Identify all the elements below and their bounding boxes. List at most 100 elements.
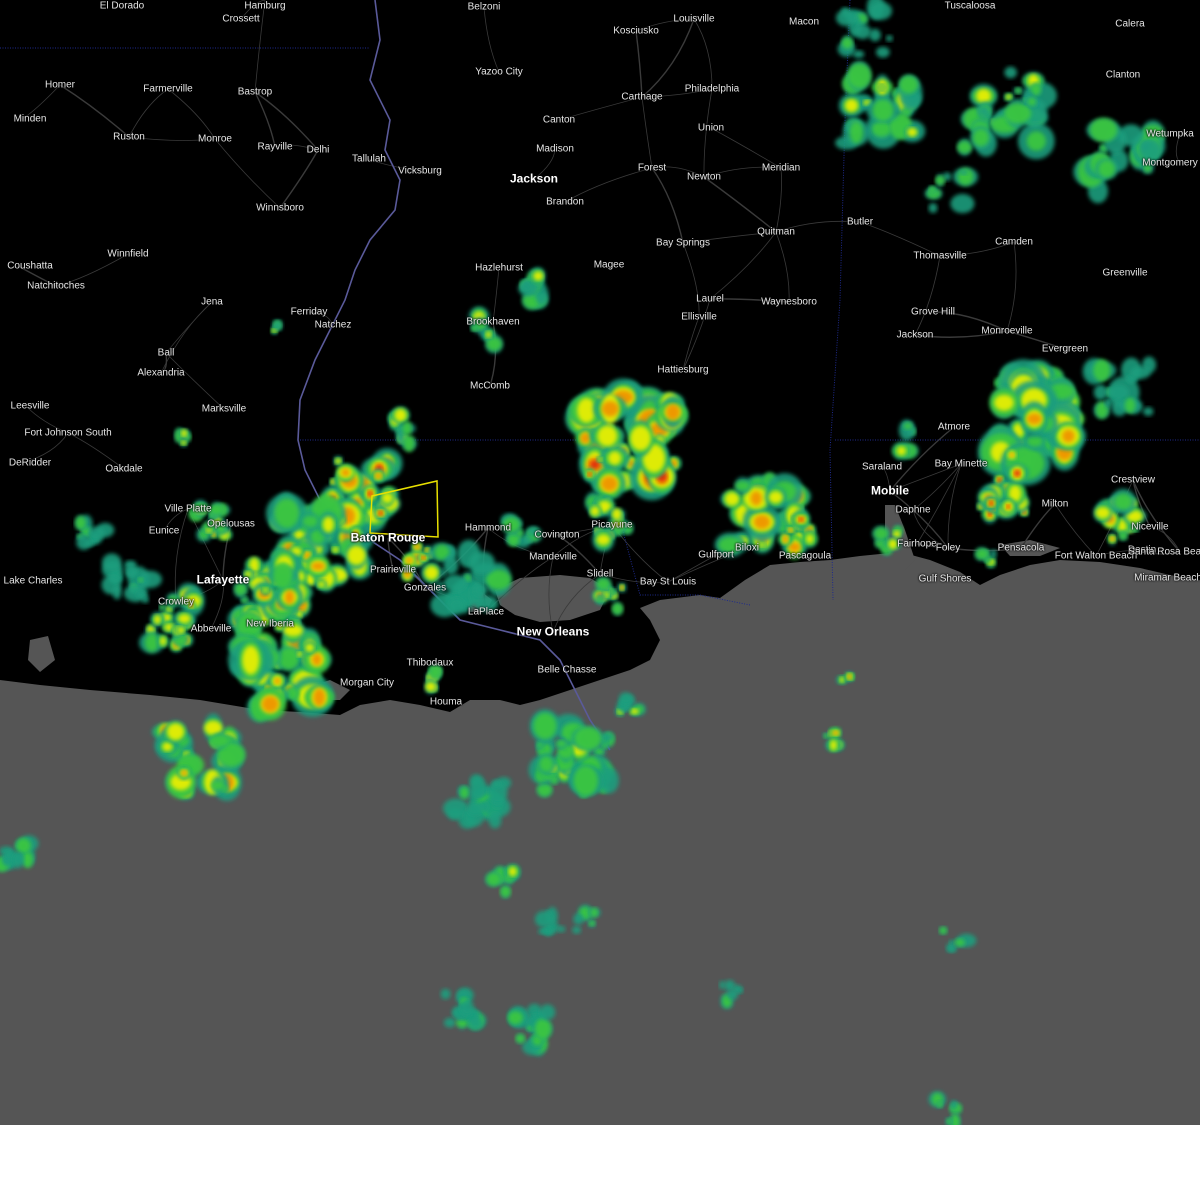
place-label: Miramar Beach bbox=[1134, 572, 1200, 584]
place-label: Oakdale bbox=[105, 463, 143, 475]
radar-echo bbox=[75, 516, 86, 530]
radar-echo bbox=[597, 425, 618, 447]
radar-echo bbox=[1027, 435, 1043, 447]
place-label: Winnsboro bbox=[256, 202, 304, 214]
place-label: Ruston bbox=[113, 131, 145, 143]
radar-echo bbox=[460, 787, 469, 799]
radar-echo bbox=[274, 678, 281, 684]
radar-echo bbox=[469, 777, 487, 800]
radar-echo bbox=[210, 780, 225, 791]
place-label: Covington bbox=[534, 529, 580, 541]
radar-echo bbox=[596, 578, 611, 590]
radar-echo bbox=[1118, 531, 1128, 540]
place-label: Monroe bbox=[198, 133, 232, 145]
radar-echo bbox=[178, 614, 191, 624]
radar-echo bbox=[422, 556, 426, 560]
radar-echo bbox=[394, 408, 407, 422]
radar-echo bbox=[473, 583, 488, 597]
road bbox=[254, 91, 276, 148]
place-label: Tallulah bbox=[352, 153, 386, 165]
place-label: Thomasville bbox=[913, 250, 967, 262]
radar-echo bbox=[444, 1017, 456, 1028]
radar-echo bbox=[424, 566, 439, 580]
radar-echo bbox=[872, 99, 894, 122]
place-label: Carthage bbox=[621, 91, 663, 103]
radar-echo bbox=[1093, 384, 1108, 400]
radar-echo bbox=[1130, 366, 1151, 380]
place-label: Monroeville bbox=[981, 325, 1033, 337]
place-label: Gulfport bbox=[698, 549, 734, 561]
road bbox=[59, 84, 130, 138]
radar-echo bbox=[297, 652, 304, 657]
place-label: Winnfield bbox=[107, 248, 149, 260]
place-label: Hamburg bbox=[244, 0, 286, 12]
radar-echo bbox=[665, 404, 681, 421]
place-label: Ellisville bbox=[681, 311, 717, 323]
radar-echo bbox=[950, 1100, 958, 1110]
place-label: Wetumpka bbox=[1146, 128, 1194, 140]
radar-echo bbox=[263, 587, 268, 593]
radar-echo bbox=[305, 643, 315, 652]
road bbox=[635, 30, 643, 98]
radar-echo bbox=[876, 46, 890, 58]
road bbox=[709, 231, 777, 300]
radar-echo bbox=[1118, 519, 1127, 533]
road bbox=[682, 298, 711, 371]
place-label: Vicksburg bbox=[398, 165, 442, 177]
radar-echo bbox=[1142, 407, 1154, 416]
radar-echo bbox=[347, 545, 366, 566]
place-label: Natchez bbox=[314, 319, 352, 331]
radar-echo bbox=[587, 472, 592, 476]
road bbox=[167, 88, 216, 140]
radar-echo bbox=[903, 422, 912, 430]
place-label: New Orleans bbox=[516, 624, 590, 639]
place-label: New Iberia bbox=[246, 618, 294, 630]
radar-echo bbox=[209, 504, 224, 515]
radar-echo bbox=[899, 75, 918, 94]
radar-echo bbox=[491, 779, 501, 789]
radar-echo bbox=[989, 501, 993, 506]
radar-echo bbox=[955, 938, 965, 947]
place-label: Leesville bbox=[10, 400, 50, 412]
radar-echo bbox=[1014, 470, 1020, 477]
radar-echo bbox=[959, 169, 968, 175]
place-label: Hammond bbox=[464, 522, 512, 534]
radar-echo bbox=[374, 473, 382, 479]
place-label: Prairieville bbox=[369, 564, 417, 576]
radar-echo bbox=[1004, 103, 1032, 124]
radar-echo bbox=[242, 645, 260, 675]
radar-echo bbox=[788, 528, 793, 532]
place-label: Forest bbox=[637, 162, 667, 174]
radar-echo bbox=[302, 515, 319, 527]
place-label: Belle Chasse bbox=[537, 664, 597, 676]
radar-echo bbox=[425, 682, 436, 692]
radar-map[interactable]: El Dorado Hamburg Crossett Belzoni Kosciusko… bbox=[0, 0, 1200, 1125]
radar-echo bbox=[724, 492, 740, 506]
calcasieu-lake bbox=[28, 636, 55, 672]
radar-echo bbox=[830, 740, 837, 751]
radar-echo bbox=[556, 740, 567, 747]
radar-echo bbox=[335, 458, 342, 464]
radar-echo bbox=[278, 647, 299, 670]
radar-echo bbox=[618, 692, 633, 705]
radar-echo bbox=[311, 653, 322, 666]
radar-echo bbox=[869, 1, 893, 20]
place-label: Fort Walton Beach bbox=[1054, 550, 1138, 562]
radar-echo bbox=[907, 127, 918, 137]
road bbox=[1054, 503, 1097, 557]
radar-echo bbox=[522, 283, 530, 291]
radar-echo bbox=[273, 562, 293, 589]
place-label: Slidell bbox=[586, 568, 614, 580]
place-label: Jackson bbox=[896, 329, 934, 341]
place-label: Saraland bbox=[861, 461, 903, 473]
radar-echo bbox=[737, 987, 744, 994]
radar-echo bbox=[403, 435, 415, 452]
place-label: Pensacola bbox=[997, 542, 1045, 554]
radar-echo bbox=[468, 1016, 483, 1031]
radar-echo bbox=[533, 712, 557, 740]
radar-echo bbox=[112, 585, 122, 600]
road bbox=[483, 6, 500, 73]
radar-echo bbox=[508, 866, 517, 877]
place-label: Camden bbox=[995, 236, 1033, 248]
place-label: Baton Rouge bbox=[350, 530, 426, 545]
